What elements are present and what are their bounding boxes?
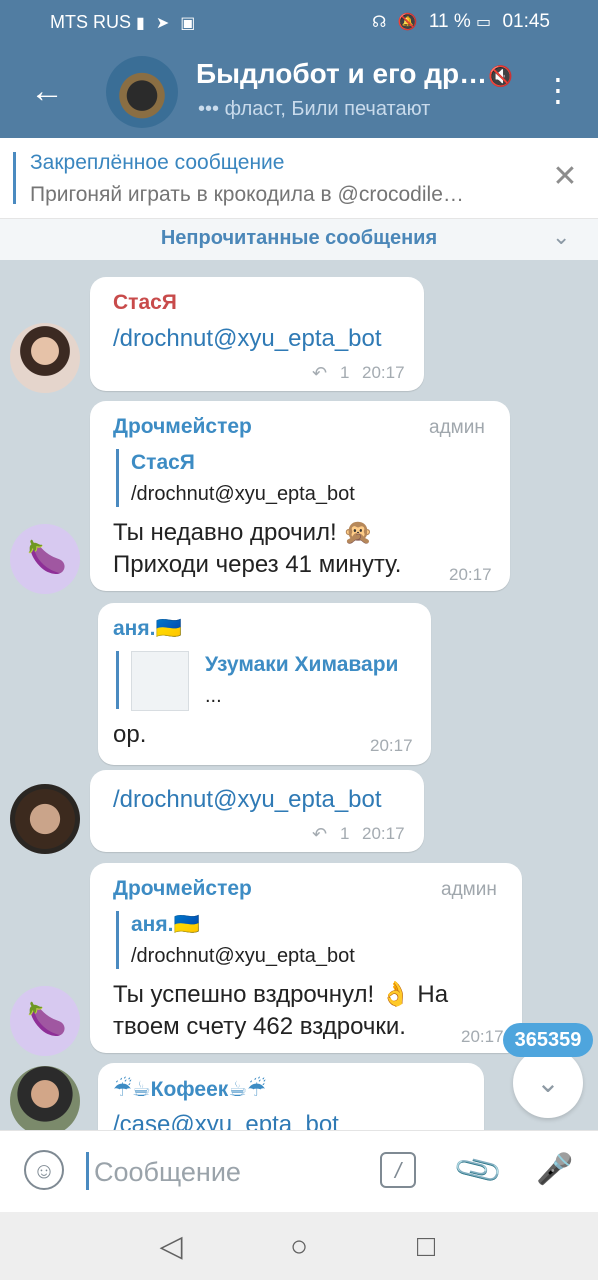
reply-icon[interactable]: ↶ — [312, 824, 327, 845]
chevron-down-icon[interactable]: ⌄ — [552, 224, 570, 250]
message-sender[interactable]: Дрочмейстер — [113, 415, 252, 439]
message-text: ор. — [113, 721, 147, 748]
carrier-label: MTS RUS — [50, 12, 131, 32]
message-time: 20:17 — [362, 363, 405, 382]
reply-count: 1 — [340, 824, 350, 843]
pinned-accent-bar — [13, 152, 16, 204]
message-time: 20:17 — [461, 1027, 504, 1046]
avatar-drochmeister[interactable]: 🍆 — [10, 524, 80, 594]
reply-icon[interactable]: ↶ — [312, 363, 327, 384]
arrow-left-icon: ← — [30, 72, 64, 110]
message-time: 20:17 — [370, 736, 413, 755]
reply-count: 1 — [340, 363, 350, 382]
message-bubble[interactable]: Дрочмейстер админ СтасЯ /drochnut@xyu_ep… — [90, 401, 510, 591]
eggplant-icon: 🍆 — [27, 1001, 67, 1037]
avatar-kofeek[interactable] — [10, 1066, 80, 1130]
message-text: твоем счету 462 вздрочки. — [113, 1013, 406, 1040]
microphone-icon: 🎤 — [536, 1153, 574, 1186]
quote-text[interactable]: ... — [205, 685, 222, 708]
message-sender[interactable]: аня.🇺🇦 — [113, 617, 182, 641]
quote-text[interactable]: /drochnut@xyu_epta_bot — [131, 483, 355, 506]
quote-thumbnail[interactable] — [131, 651, 189, 711]
signal-icon: ▮ — [136, 15, 145, 32]
text-cursor — [86, 1152, 89, 1190]
message-bubble[interactable]: Дрочмейстер админ аня.🇺🇦 /drochnut@xyu_e… — [90, 863, 522, 1053]
quote-text[interactable]: /drochnut@xyu_epta_bot — [131, 945, 355, 968]
message-list[interactable]: СтасЯ /drochnut@xyu_epta_bot ↶ 1 20:17 🍆… — [0, 260, 598, 1130]
quote-sender[interactable]: аня.🇺🇦 — [131, 913, 200, 937]
kebab-menu-icon: ⋮ — [542, 72, 574, 108]
pinned-close-button[interactable]: ✕ — [548, 160, 582, 194]
message-text: Ты недавно дрочил! 🙊 — [113, 519, 374, 546]
bot-command-icon: / — [394, 1158, 402, 1183]
message-time: 20:17 — [449, 565, 492, 584]
message-text: Приходи через 41 минуту. — [113, 551, 402, 578]
close-icon: ✕ — [552, 160, 578, 193]
clock: 01:45 — [502, 11, 550, 32]
chevron-down-icon: ⌄ — [536, 1067, 560, 1098]
back-triangle-icon[interactable]: ◁ — [149, 1225, 193, 1269]
admin-badge: админ — [429, 417, 485, 438]
message-sender[interactable]: СтасЯ — [113, 291, 177, 315]
avatar-user[interactable] — [10, 784, 80, 854]
battery-icon: ▭ — [476, 14, 492, 31]
instagram-icon: ▣ — [180, 15, 196, 32]
battery-label: 11 % — [428, 11, 471, 32]
avatar-stasya[interactable] — [10, 323, 80, 393]
voice-button[interactable]: 🎤 — [535, 1148, 575, 1192]
message-text[interactable]: /case@xyu_epta_bot — [113, 1109, 339, 1130]
admin-badge: админ — [441, 879, 497, 900]
message-input[interactable] — [92, 1152, 366, 1192]
status-bar: MTS RUS ▮ ➤ ▣ ☊ 🔕 11 % ▭ 01:45 — [0, 0, 598, 44]
message-bubble[interactable]: /drochnut@xyu_epta_bot ↶ 1 20:17 — [90, 770, 424, 852]
message-text[interactable]: /drochnut@xyu_epta_bot — [113, 323, 382, 355]
message-sender[interactable]: ☔☕Кофеек☕☔ — [113, 1077, 266, 1102]
message-sender[interactable]: Дрочмейстер — [113, 877, 252, 901]
emoji-button[interactable]: ☺ — [24, 1150, 64, 1190]
chat-avatar[interactable] — [106, 56, 178, 128]
unread-label: Непрочитанные сообщения — [160, 227, 438, 249]
bot-command-button[interactable]: / — [380, 1152, 416, 1188]
message-bubble[interactable]: аня.🇺🇦 Узумаки Химавари ... ор. 20:17 — [98, 603, 431, 765]
quote-bar — [116, 449, 119, 507]
message-text: Ты успешно вздрочнул! 👌 На — [113, 981, 449, 1008]
quote-sender[interactable]: Узумаки Химавари — [205, 653, 398, 677]
message-time: 20:17 — [362, 824, 405, 843]
emoji-icon: ☺ — [32, 1158, 56, 1183]
message-bubble[interactable]: ☔☕Кофеек☕☔ /case@xyu_epta_bot — [98, 1063, 484, 1130]
scroll-down-button[interactable]: ⌄ — [513, 1048, 583, 1118]
recents-square-icon[interactable]: □ — [404, 1225, 448, 1269]
back-button[interactable]: ← — [22, 66, 72, 116]
quote-bar — [116, 911, 119, 969]
typing-status: ••• фласт, Били печатают — [198, 98, 431, 120]
message-text[interactable]: /drochnut@xyu_epta_bot — [113, 784, 382, 816]
avatar-drochmeister[interactable]: 🍆 — [10, 986, 80, 1056]
chat-title[interactable]: Быдлобот и его др… — [196, 58, 486, 90]
eggplant-icon: 🍆 — [27, 539, 67, 575]
home-circle-icon[interactable]: ○ — [277, 1225, 321, 1269]
headphones-icon: ☊ — [372, 14, 387, 31]
muted-icon: 🔇 — [488, 66, 513, 88]
menu-button[interactable]: ⋮ — [540, 70, 576, 114]
quote-sender[interactable]: СтасЯ — [131, 451, 195, 475]
bell-off-icon: 🔕 — [397, 14, 418, 31]
quote-bar — [116, 651, 119, 709]
pinned-title: Закреплённое сообщение — [30, 151, 285, 174]
pinned-text: Пригоняй играть в крокодила в @crocodile… — [30, 183, 464, 206]
unread-counter-badge[interactable]: 365359 — [503, 1023, 593, 1057]
message-bubble[interactable]: СтасЯ /drochnut@xyu_epta_bot ↶ 1 20:17 — [90, 277, 424, 391]
telegram-icon: ➤ — [155, 15, 170, 32]
